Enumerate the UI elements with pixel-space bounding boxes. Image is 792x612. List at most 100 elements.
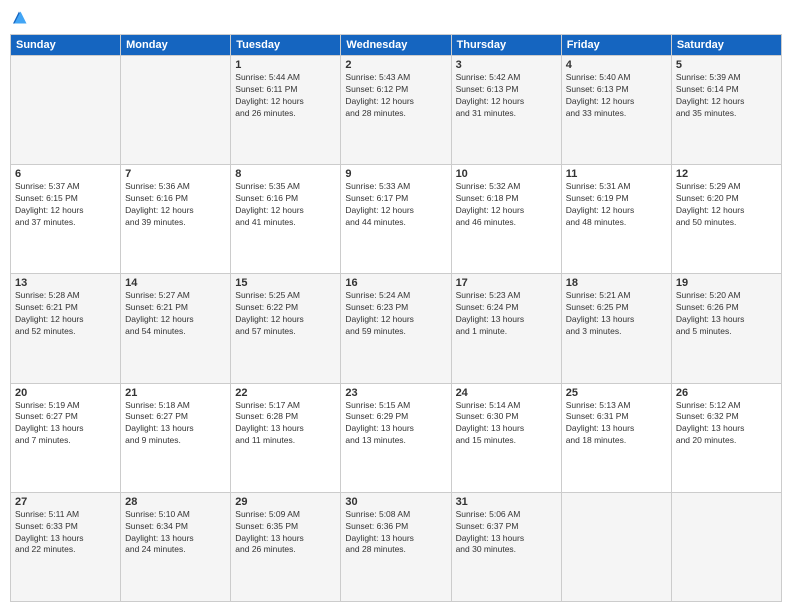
logo [10, 10, 30, 28]
header-thursday: Thursday [451, 35, 561, 56]
day-cell: 15Sunrise: 5:25 AM Sunset: 6:22 PM Dayli… [231, 274, 341, 383]
day-cell [11, 56, 121, 165]
day-number: 8 [235, 168, 336, 180]
day-cell: 23Sunrise: 5:15 AM Sunset: 6:29 PM Dayli… [341, 383, 451, 492]
day-cell: 9Sunrise: 5:33 AM Sunset: 6:17 PM Daylig… [341, 165, 451, 274]
day-info: Sunrise: 5:29 AM Sunset: 6:20 PM Dayligh… [676, 181, 777, 229]
day-number: 13 [15, 277, 116, 289]
day-info: Sunrise: 5:10 AM Sunset: 6:34 PM Dayligh… [125, 509, 226, 557]
day-cell: 29Sunrise: 5:09 AM Sunset: 6:35 PM Dayli… [231, 492, 341, 601]
header-friday: Friday [561, 35, 671, 56]
day-cell: 28Sunrise: 5:10 AM Sunset: 6:34 PM Dayli… [121, 492, 231, 601]
week-row-2: 13Sunrise: 5:28 AM Sunset: 6:21 PM Dayli… [11, 274, 782, 383]
day-number: 3 [456, 59, 557, 71]
day-number: 1 [235, 59, 336, 71]
day-info: Sunrise: 5:08 AM Sunset: 6:36 PM Dayligh… [345, 509, 446, 557]
day-number: 31 [456, 496, 557, 508]
day-info: Sunrise: 5:11 AM Sunset: 6:33 PM Dayligh… [15, 509, 116, 557]
day-info: Sunrise: 5:20 AM Sunset: 6:26 PM Dayligh… [676, 290, 777, 338]
day-number: 20 [15, 387, 116, 399]
day-cell: 2Sunrise: 5:43 AM Sunset: 6:12 PM Daylig… [341, 56, 451, 165]
day-info: Sunrise: 5:18 AM Sunset: 6:27 PM Dayligh… [125, 400, 226, 448]
day-number: 5 [676, 59, 777, 71]
day-info: Sunrise: 5:12 AM Sunset: 6:32 PM Dayligh… [676, 400, 777, 448]
day-info: Sunrise: 5:19 AM Sunset: 6:27 PM Dayligh… [15, 400, 116, 448]
day-info: Sunrise: 5:39 AM Sunset: 6:14 PM Dayligh… [676, 72, 777, 120]
day-cell: 10Sunrise: 5:32 AM Sunset: 6:18 PM Dayli… [451, 165, 561, 274]
day-cell: 21Sunrise: 5:18 AM Sunset: 6:27 PM Dayli… [121, 383, 231, 492]
calendar-table: SundayMondayTuesdayWednesdayThursdayFrid… [10, 34, 782, 602]
day-info: Sunrise: 5:14 AM Sunset: 6:30 PM Dayligh… [456, 400, 557, 448]
day-info: Sunrise: 5:24 AM Sunset: 6:23 PM Dayligh… [345, 290, 446, 338]
day-number: 22 [235, 387, 336, 399]
day-cell: 26Sunrise: 5:12 AM Sunset: 6:32 PM Dayli… [671, 383, 781, 492]
day-number: 11 [566, 168, 667, 180]
day-info: Sunrise: 5:23 AM Sunset: 6:24 PM Dayligh… [456, 290, 557, 338]
day-info: Sunrise: 5:44 AM Sunset: 6:11 PM Dayligh… [235, 72, 336, 120]
day-cell: 22Sunrise: 5:17 AM Sunset: 6:28 PM Dayli… [231, 383, 341, 492]
day-number: 17 [456, 277, 557, 289]
header-row: SundayMondayTuesdayWednesdayThursdayFrid… [11, 35, 782, 56]
day-cell [561, 492, 671, 601]
day-number: 27 [15, 496, 116, 508]
day-number: 10 [456, 168, 557, 180]
day-cell: 19Sunrise: 5:20 AM Sunset: 6:26 PM Dayli… [671, 274, 781, 383]
day-number: 14 [125, 277, 226, 289]
week-row-4: 27Sunrise: 5:11 AM Sunset: 6:33 PM Dayli… [11, 492, 782, 601]
day-cell: 4Sunrise: 5:40 AM Sunset: 6:13 PM Daylig… [561, 56, 671, 165]
logo-icon [10, 10, 28, 28]
day-cell: 27Sunrise: 5:11 AM Sunset: 6:33 PM Dayli… [11, 492, 121, 601]
header-monday: Monday [121, 35, 231, 56]
day-cell [671, 492, 781, 601]
day-cell [121, 56, 231, 165]
day-info: Sunrise: 5:36 AM Sunset: 6:16 PM Dayligh… [125, 181, 226, 229]
day-cell: 7Sunrise: 5:36 AM Sunset: 6:16 PM Daylig… [121, 165, 231, 274]
day-cell: 1Sunrise: 5:44 AM Sunset: 6:11 PM Daylig… [231, 56, 341, 165]
day-cell: 8Sunrise: 5:35 AM Sunset: 6:16 PM Daylig… [231, 165, 341, 274]
day-number: 21 [125, 387, 226, 399]
day-cell: 16Sunrise: 5:24 AM Sunset: 6:23 PM Dayli… [341, 274, 451, 383]
day-info: Sunrise: 5:42 AM Sunset: 6:13 PM Dayligh… [456, 72, 557, 120]
day-info: Sunrise: 5:21 AM Sunset: 6:25 PM Dayligh… [566, 290, 667, 338]
header-wednesday: Wednesday [341, 35, 451, 56]
day-number: 26 [676, 387, 777, 399]
day-info: Sunrise: 5:17 AM Sunset: 6:28 PM Dayligh… [235, 400, 336, 448]
day-number: 18 [566, 277, 667, 289]
day-info: Sunrise: 5:32 AM Sunset: 6:18 PM Dayligh… [456, 181, 557, 229]
day-number: 6 [15, 168, 116, 180]
day-number: 23 [345, 387, 446, 399]
day-number: 24 [456, 387, 557, 399]
day-info: Sunrise: 5:35 AM Sunset: 6:16 PM Dayligh… [235, 181, 336, 229]
day-cell: 18Sunrise: 5:21 AM Sunset: 6:25 PM Dayli… [561, 274, 671, 383]
day-number: 12 [676, 168, 777, 180]
day-number: 16 [345, 277, 446, 289]
day-cell: 13Sunrise: 5:28 AM Sunset: 6:21 PM Dayli… [11, 274, 121, 383]
day-number: 9 [345, 168, 446, 180]
day-cell: 11Sunrise: 5:31 AM Sunset: 6:19 PM Dayli… [561, 165, 671, 274]
page: SundayMondayTuesdayWednesdayThursdayFrid… [0, 0, 792, 612]
day-number: 4 [566, 59, 667, 71]
day-info: Sunrise: 5:06 AM Sunset: 6:37 PM Dayligh… [456, 509, 557, 557]
day-cell: 5Sunrise: 5:39 AM Sunset: 6:14 PM Daylig… [671, 56, 781, 165]
day-number: 7 [125, 168, 226, 180]
day-info: Sunrise: 5:40 AM Sunset: 6:13 PM Dayligh… [566, 72, 667, 120]
day-number: 25 [566, 387, 667, 399]
day-info: Sunrise: 5:15 AM Sunset: 6:29 PM Dayligh… [345, 400, 446, 448]
day-info: Sunrise: 5:37 AM Sunset: 6:15 PM Dayligh… [15, 181, 116, 229]
day-cell: 14Sunrise: 5:27 AM Sunset: 6:21 PM Dayli… [121, 274, 231, 383]
day-cell: 24Sunrise: 5:14 AM Sunset: 6:30 PM Dayli… [451, 383, 561, 492]
week-row-0: 1Sunrise: 5:44 AM Sunset: 6:11 PM Daylig… [11, 56, 782, 165]
day-info: Sunrise: 5:28 AM Sunset: 6:21 PM Dayligh… [15, 290, 116, 338]
day-number: 15 [235, 277, 336, 289]
day-info: Sunrise: 5:09 AM Sunset: 6:35 PM Dayligh… [235, 509, 336, 557]
day-number: 2 [345, 59, 446, 71]
day-cell: 6Sunrise: 5:37 AM Sunset: 6:15 PM Daylig… [11, 165, 121, 274]
day-cell: 20Sunrise: 5:19 AM Sunset: 6:27 PM Dayli… [11, 383, 121, 492]
day-cell: 12Sunrise: 5:29 AM Sunset: 6:20 PM Dayli… [671, 165, 781, 274]
day-info: Sunrise: 5:25 AM Sunset: 6:22 PM Dayligh… [235, 290, 336, 338]
day-cell: 31Sunrise: 5:06 AM Sunset: 6:37 PM Dayli… [451, 492, 561, 601]
day-number: 19 [676, 277, 777, 289]
day-cell: 30Sunrise: 5:08 AM Sunset: 6:36 PM Dayli… [341, 492, 451, 601]
day-info: Sunrise: 5:33 AM Sunset: 6:17 PM Dayligh… [345, 181, 446, 229]
day-number: 28 [125, 496, 226, 508]
